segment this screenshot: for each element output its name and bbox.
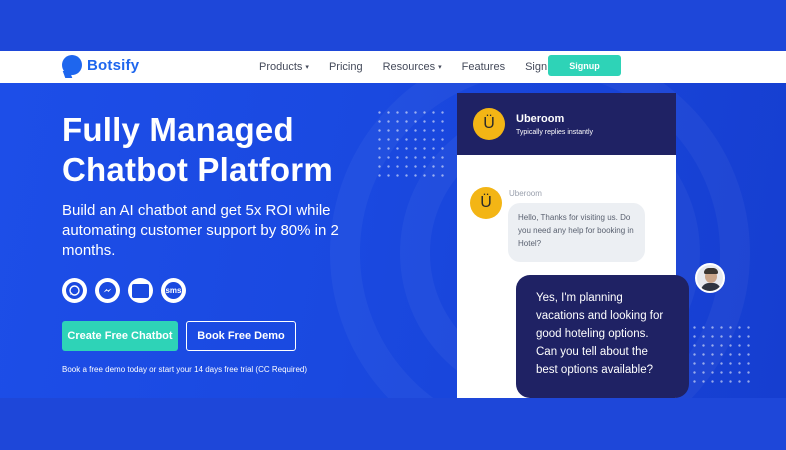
nav-item-features[interactable]: Features xyxy=(462,61,505,73)
bottom-background-band xyxy=(0,398,786,450)
chevron-down-icon: ▾ xyxy=(305,64,309,71)
chat-bubble-logo-icon xyxy=(62,55,82,75)
trial-note: Book a free demo today or start your 14 … xyxy=(62,365,307,374)
bot-name: Uberoom xyxy=(509,189,542,198)
chat-header: Ü Uberoom Typically replies instantly xyxy=(457,93,676,155)
user-message-bubble: Yes, I'm planning vacations and looking … xyxy=(516,275,689,398)
sms-icon[interactable]: sms xyxy=(161,278,186,303)
brand-name: Botsify xyxy=(87,56,140,74)
user-avatar xyxy=(695,263,725,293)
nav-item-pricing[interactable]: Pricing xyxy=(329,61,363,73)
chat-header-name: Uberoom xyxy=(516,113,565,125)
bot-avatar-icon: Ü xyxy=(470,187,502,219)
whatsapp-icon[interactable] xyxy=(62,278,87,303)
web-chat-icon[interactable] xyxy=(128,278,153,303)
top-navbar: Botsify Products ▾ Pricing Resources ▾ F… xyxy=(0,51,786,83)
nav-item-resources[interactable]: Resources ▾ xyxy=(383,61,442,73)
dot-pattern-decoration xyxy=(375,108,445,178)
hero-section: Fully Managed Chatbot Platform Build an … xyxy=(0,83,786,398)
brand-logo[interactable]: Botsify xyxy=(62,55,139,75)
signup-button[interactable]: Signup xyxy=(548,55,621,76)
messenger-icon[interactable] xyxy=(95,278,120,303)
uberoom-avatar-icon: Ü xyxy=(473,108,505,140)
chevron-down-icon: ▾ xyxy=(438,64,442,71)
nav-item-products[interactable]: Products ▾ xyxy=(259,61,309,73)
dot-pattern-decoration xyxy=(690,323,750,383)
chat-header-status: Typically replies instantly xyxy=(516,129,594,136)
book-free-demo-button[interactable]: Book Free Demo xyxy=(186,321,296,351)
create-free-chatbot-button[interactable]: Create Free Chatbot xyxy=(62,321,178,351)
channel-icons: sms xyxy=(62,278,186,303)
hero-subtext: Build an AI chatbot and get 5x ROI while… xyxy=(62,202,339,259)
top-background-band xyxy=(0,0,786,51)
hero-headline: Fully Managed Chatbot Platform xyxy=(62,111,333,188)
nav-links: Products ▾ Pricing Resources ▾ Features … xyxy=(259,51,579,83)
bot-message-bubble: Hello, Thanks for visiting us. Do you ne… xyxy=(508,203,645,262)
